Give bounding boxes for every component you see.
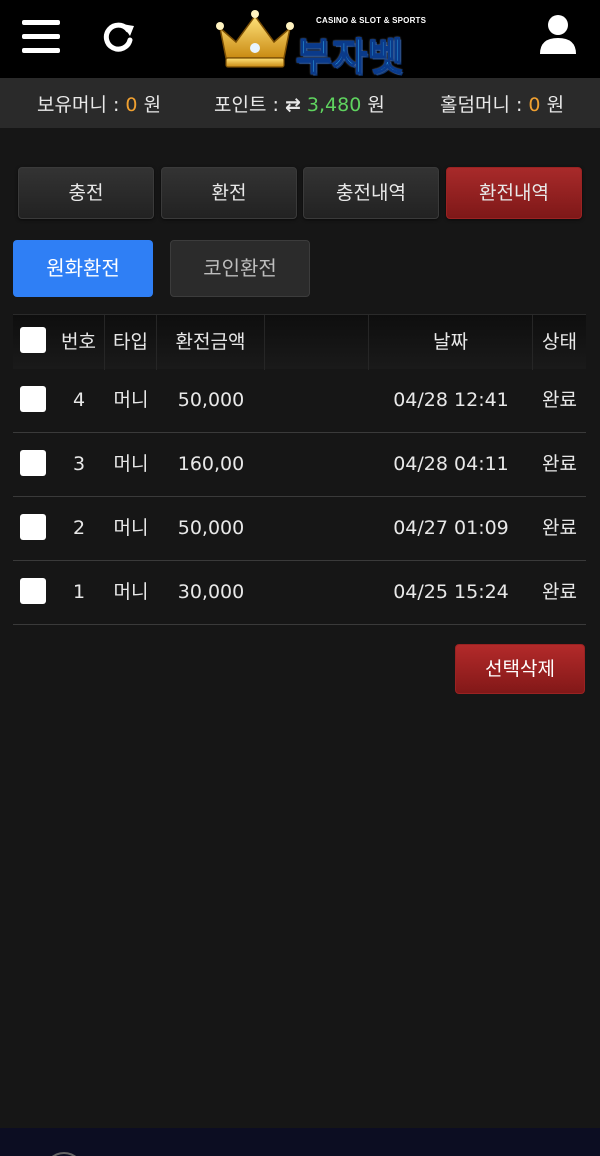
row-status: 완료 xyxy=(542,517,577,539)
col-hidden xyxy=(265,315,369,370)
row-checkbox[interactable] xyxy=(20,578,46,604)
col-date: 날짜 xyxy=(369,315,533,370)
tab-withdraw[interactable]: 환전 xyxy=(161,167,297,219)
select-all-checkbox[interactable] xyxy=(20,327,46,353)
row-no: 4 xyxy=(72,389,86,411)
col-status: 상태 xyxy=(542,331,577,353)
user-icon[interactable] xyxy=(536,12,580,56)
row-no: 2 xyxy=(72,517,86,539)
table-row: 3 머니 160,00 04/28 04:11 완료 xyxy=(13,433,586,497)
row-status: 완료 xyxy=(542,389,577,411)
delete-selected-button[interactable]: 선택삭제 xyxy=(455,644,585,694)
logo-tagline: CASINO & SLOT & SPORTS xyxy=(316,16,427,25)
exchange-arrows-icon[interactable]: ⇄ xyxy=(285,94,301,116)
row-date: 04/25 15:24 xyxy=(393,581,509,603)
row-type: 머니 xyxy=(113,389,149,411)
money-value: 0 xyxy=(125,94,138,116)
point-label: 포인트 : xyxy=(214,94,279,116)
money-balance: 보유머니 : 0 원 xyxy=(37,90,161,117)
row-date: 04/28 04:11 xyxy=(393,453,509,475)
logo-brand: 부자벳 xyxy=(295,34,404,80)
money-label: 보유머니 : xyxy=(37,94,120,116)
tab-deposit[interactable]: 충전 xyxy=(18,167,154,219)
holdem-balance: 홀덤머니 : 0 원 xyxy=(440,90,564,117)
top-header: CASINO & SLOT & SPORTS 부자벳 xyxy=(0,0,600,80)
row-no: 3 xyxy=(72,453,86,475)
col-type: 타입 xyxy=(105,315,157,370)
hamburger-menu-icon[interactable] xyxy=(22,20,62,56)
row-no: 1 xyxy=(72,581,86,603)
row-type: 머니 xyxy=(113,517,149,539)
tab-deposit-history[interactable]: 충전내역 xyxy=(303,167,439,219)
holdem-label: 홀덤머니 : xyxy=(440,94,523,116)
row-amount: 160,00 xyxy=(177,453,245,475)
holdem-value: 0 xyxy=(528,94,541,116)
row-checkbox[interactable] xyxy=(20,450,46,476)
col-amount: 환전금액 xyxy=(157,315,265,370)
row-checkbox[interactable] xyxy=(20,386,46,412)
row-checkbox[interactable] xyxy=(20,514,46,540)
crown-icon xyxy=(216,10,294,68)
point-value: 3,480 xyxy=(306,94,362,116)
balance-bar: 보유머니 : 0 원 포인트 : ⇄ 3,480 원 홀덤머니 : 0 원 xyxy=(0,78,600,128)
table-row: 1 머니 30,000 04/25 15:24 완료 xyxy=(13,561,586,625)
row-date: 04/27 01:09 xyxy=(393,517,509,539)
footer-icon[interactable] xyxy=(44,1152,84,1156)
point-balance: 포인트 : ⇄ 3,480 원 xyxy=(214,90,385,117)
tab-withdraw-history[interactable]: 환전내역 xyxy=(446,167,582,219)
table-row: 4 머니 50,000 04/28 12:41 완료 xyxy=(13,369,586,433)
row-status: 완료 xyxy=(542,453,577,475)
row-type: 머니 xyxy=(113,453,149,475)
table-row: 2 머니 50,000 04/27 01:09 완료 xyxy=(13,497,586,561)
refresh-icon[interactable] xyxy=(98,18,138,58)
point-unit: 원 xyxy=(367,94,385,116)
subtab-won-withdraw[interactable]: 원화환전 xyxy=(13,240,153,297)
subtab-coin-withdraw[interactable]: 코인환전 xyxy=(170,240,310,297)
row-status: 완료 xyxy=(542,581,577,603)
row-amount: 50,000 xyxy=(177,517,245,539)
row-amount: 30,000 xyxy=(177,581,245,603)
row-date: 04/28 12:41 xyxy=(393,389,509,411)
money-unit: 원 xyxy=(143,94,162,116)
col-no: 번호 xyxy=(53,315,105,370)
holdem-unit: 원 xyxy=(546,94,565,116)
table-header: 번호 타입 환전금액 날짜 상태 xyxy=(13,314,586,370)
row-type: 머니 xyxy=(113,581,149,603)
row-amount: 50,000 xyxy=(177,389,245,411)
footer-bar xyxy=(0,1128,600,1156)
site-logo[interactable]: CASINO & SLOT & SPORTS 부자벳 xyxy=(214,8,434,80)
